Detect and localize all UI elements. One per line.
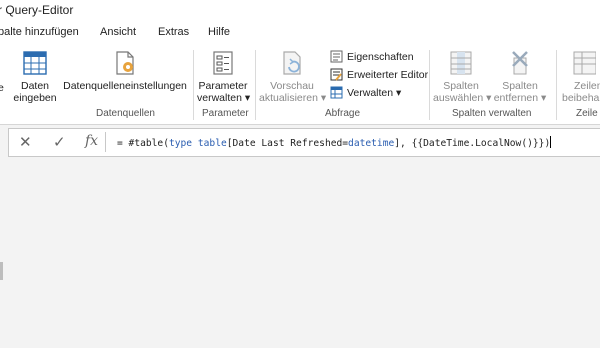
ribbon-separator (193, 50, 194, 120)
remove-columns-button[interactable]: Spalten entfernen ▾ (492, 50, 548, 104)
manage-label: Verwalten ▾ (347, 86, 402, 99)
group-label-manage-columns: Spalten verwalten (452, 108, 532, 119)
formula-token: type table (168, 138, 227, 149)
text-cursor (550, 136, 552, 148)
ribbon-separator (556, 50, 557, 120)
choose-columns-label-1: Spalten (443, 80, 479, 92)
enter-data-label-1: Daten (20, 80, 50, 92)
advanced-editor-label: Erweiterter Editor (347, 68, 429, 81)
fx-icon[interactable]: fx (85, 133, 98, 149)
formula-token: ], {{DateTime.LocalNow()}}) (394, 138, 551, 149)
formula-divider (105, 132, 106, 152)
formula-token: datetime (348, 138, 395, 149)
properties-icon (330, 50, 343, 63)
formula-bar: ✕ ✓ fx = #table(type table[Date Last Ref… (8, 128, 600, 157)
datasource-settings-button[interactable]: Datenquelleneinstellungen (62, 50, 188, 92)
parameters-icon (213, 51, 233, 75)
advanced-editor-icon (330, 68, 343, 81)
commit-icon[interactable]: ✓ (53, 133, 66, 151)
group-label-datasources: Datenquellen (96, 108, 155, 119)
keep-rows-label-2: beibehalt (562, 92, 600, 104)
advanced-editor-button[interactable]: Erweiterter Editor (330, 68, 428, 81)
tab-add-column[interactable]: palte hinzufügen (0, 26, 79, 38)
manage-parameters-label-2: verwalten ▾ (197, 92, 251, 104)
group-label-parameters: Parameter (202, 108, 249, 119)
datasource-gear-icon (116, 51, 134, 75)
ribbon-separator (255, 50, 256, 120)
ribbon: e Daten eingeben Datenquelleneinstellung… (0, 44, 600, 125)
manage-parameters-label-1: Parameter (198, 80, 248, 92)
title-bar: r Query-Editor (0, 0, 600, 20)
manage-parameters-button[interactable]: Parameter verwalten ▾ (197, 50, 251, 104)
window-title: r Query-Editor (0, 3, 74, 17)
manage-table-icon (330, 86, 343, 99)
tab-tools[interactable]: Extras (158, 26, 189, 38)
refresh-preview-label-2: aktualisieren ▾ (259, 92, 327, 104)
partial-left-label: e (0, 82, 4, 94)
keep-rows-button[interactable]: Zeilen beibehalt (562, 50, 600, 104)
choose-columns-button[interactable]: Spalten auswählen ▾ (433, 50, 492, 104)
formula-token: = #table( (117, 138, 169, 149)
ribbon-tabs: palte hinzufügen Ansicht Extras Hilfe (0, 20, 600, 44)
refresh-icon (283, 51, 301, 75)
remove-columns-label-1: Spalten (502, 80, 538, 92)
properties-button[interactable]: Eigenschaften (330, 50, 414, 63)
refresh-preview-label-1: Vorschau (270, 80, 314, 92)
choose-columns-icon (450, 51, 472, 75)
manage-button[interactable]: Verwalten ▾ (330, 86, 401, 99)
remove-columns-label-2: entfernen ▾ (493, 92, 547, 104)
tab-view[interactable]: Ansicht (100, 26, 136, 38)
tab-help[interactable]: Hilfe (208, 26, 230, 38)
remove-columns-icon (512, 51, 528, 75)
enter-data-button[interactable]: Daten eingeben (12, 50, 58, 104)
datasource-settings-label: Datenquelleneinstellungen (63, 80, 187, 92)
enter-data-label-2: eingeben (13, 92, 57, 104)
formula-input[interactable]: = #table(type table[Date Last Refreshed=… (117, 136, 552, 149)
properties-label: Eigenschaften (347, 50, 414, 63)
choose-columns-label-2: auswählen ▾ (433, 92, 492, 104)
table-icon (23, 51, 47, 75)
keep-rows-icon (573, 51, 596, 75)
keep-rows-label-1: Zeilen (574, 80, 600, 92)
group-label-query: Abfrage (325, 108, 361, 119)
refresh-preview-button[interactable]: Vorschau aktualisieren ▾ (259, 50, 327, 104)
cancel-icon[interactable]: ✕ (19, 133, 32, 151)
partial-left-button[interactable]: e (0, 82, 4, 94)
ribbon-separator (429, 50, 430, 120)
left-panel-handle[interactable] (0, 262, 3, 280)
group-label-rows: Zeile (576, 108, 598, 119)
formula-token: [Date Last Refreshed= (226, 138, 349, 149)
